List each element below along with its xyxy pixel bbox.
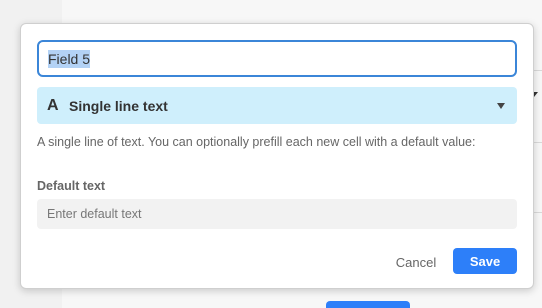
field-type-description: A single line of text. You can optionall… [37,135,476,149]
field-type-select[interactable]: A Single line text [37,87,517,124]
field-name-input[interactable]: Field 5 [37,40,517,77]
field-type-label: Single line text [69,97,168,114]
text-type-icon: A [47,96,59,114]
default-text-input[interactable] [37,199,517,229]
chevron-down-icon [497,102,505,109]
field-name-text: Field 5 [48,49,91,68]
default-text-label: Default text [37,179,106,193]
cancel-button[interactable]: Cancel [386,249,446,275]
background-button [326,301,410,308]
field-config-dialog: Field 5 A Single line text A single line… [20,23,534,289]
save-button[interactable]: Save [453,248,517,274]
